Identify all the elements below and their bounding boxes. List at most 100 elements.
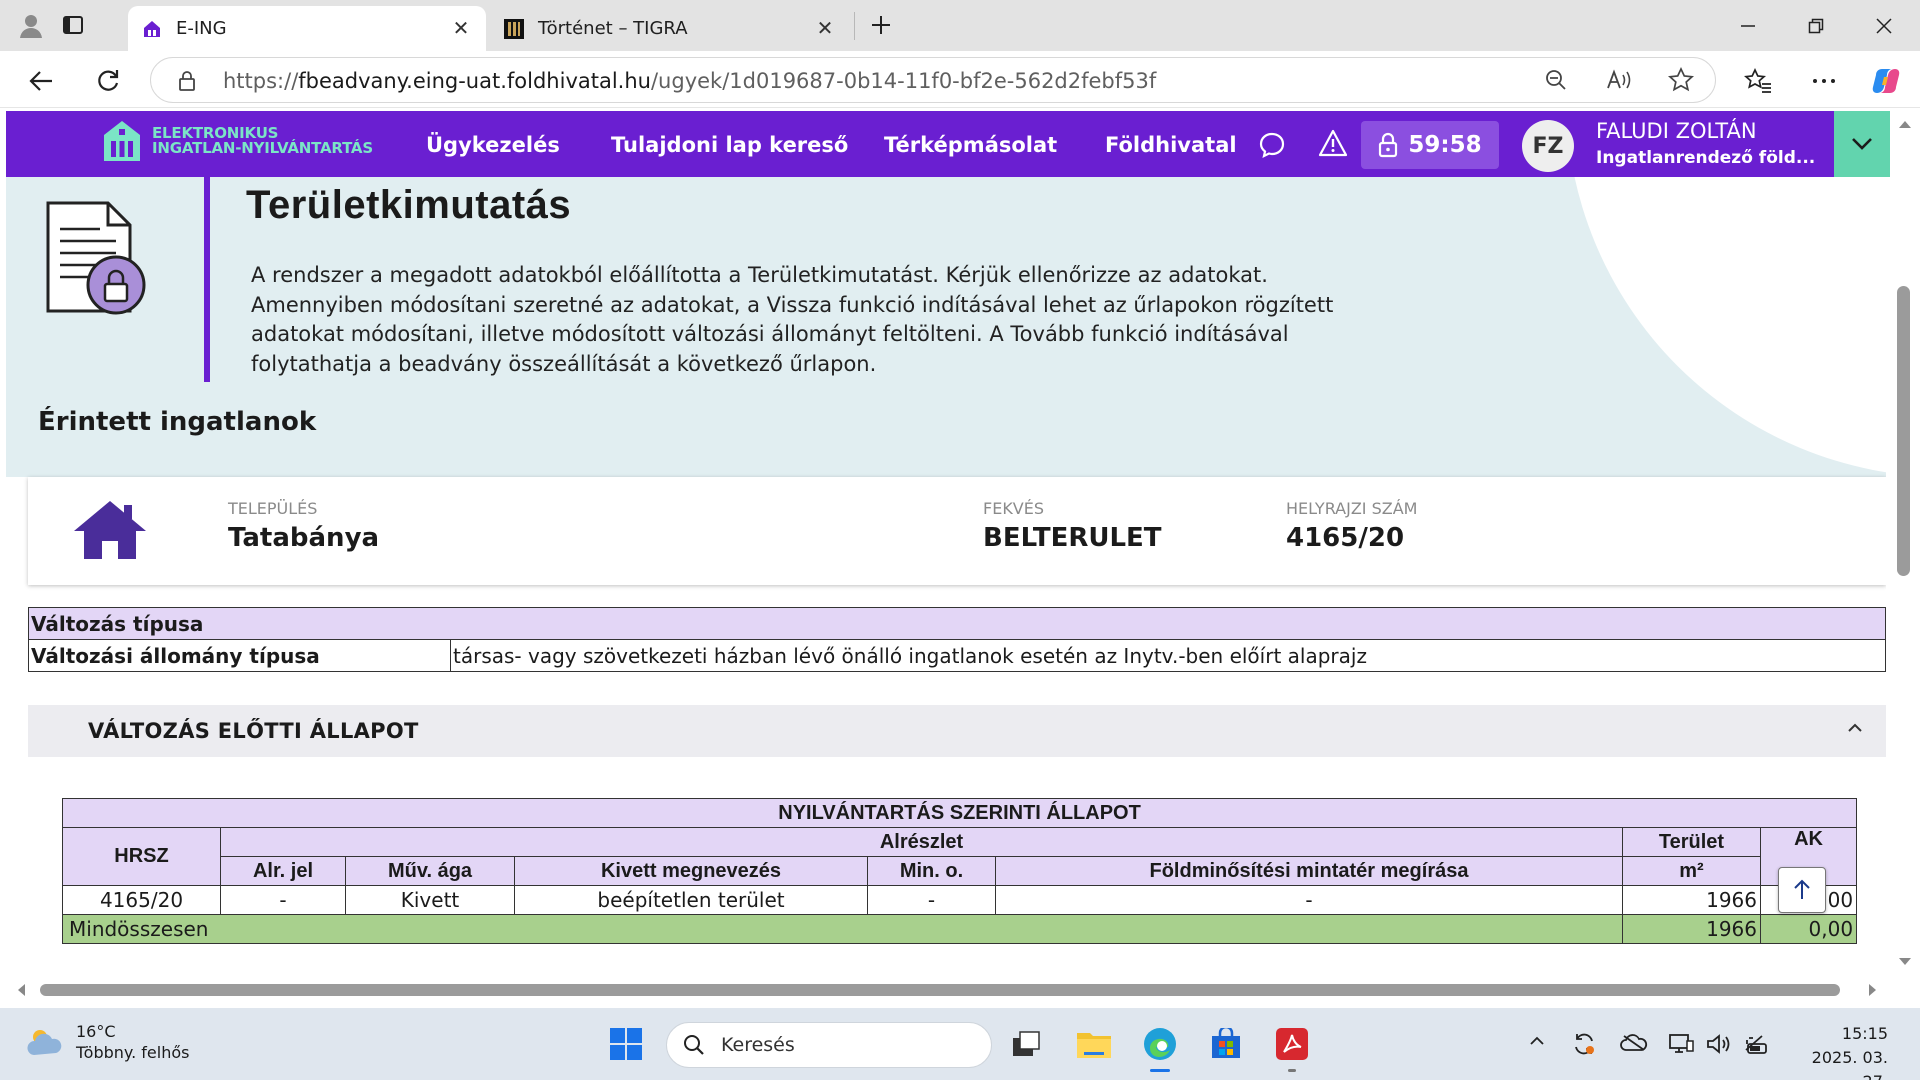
section-header-before-change[interactable]: VÁLTOZÁS ELŐTTI ÁLLAPOT <box>28 705 1886 757</box>
eing-logo[interactable]: ELEKTRONIKUS INGATLAN-NYILVÁNTARTÁS <box>102 119 373 163</box>
logo-line2: INGATLAN-NYILVÁNTARTÁS <box>152 139 373 157</box>
column-header-hrsz: HRSZ <box>62 827 221 886</box>
warning-icon[interactable] <box>1318 129 1348 157</box>
new-tab-icon[interactable] <box>864 8 898 42</box>
user-role[interactable]: Ingatlanrendező föld... <box>1596 148 1815 168</box>
store-icon[interactable] <box>1204 1022 1248 1066</box>
volume-icon[interactable] <box>1706 1032 1732 1056</box>
clock-date: 2025. 03. 27. <box>1811 1048 1888 1080</box>
copilot-icon[interactable] <box>1869 64 1903 98</box>
profile-icon[interactable] <box>14 8 48 42</box>
tab-actions-icon[interactable] <box>56 8 90 42</box>
parcel-label: HELYRAJZI SZÁM <box>1286 499 1418 518</box>
sync-icon[interactable] <box>1572 1032 1596 1056</box>
refresh-icon[interactable] <box>91 64 125 98</box>
tab-divider <box>854 12 855 40</box>
vertical-scroll-thumb[interactable] <box>1897 286 1910 576</box>
more-menu-icon[interactable] <box>1807 64 1841 98</box>
url-host: fbeadvany.eing-uat.foldhivatal.hu <box>298 69 651 93</box>
address-bar[interactable]: https://fbeadvany.eing-uat.foldhivatal.h… <box>150 57 1716 103</box>
lock-icon[interactable] <box>177 70 197 92</box>
location-value: BELTERULET <box>983 523 1162 553</box>
cell-foldmin: - <box>995 885 1623 915</box>
battery-icon[interactable] <box>1742 1032 1770 1056</box>
cell-alr-jel: - <box>220 885 346 915</box>
start-button[interactable] <box>604 1022 648 1066</box>
scroll-to-top-button[interactable] <box>1778 867 1826 913</box>
site-header: ELEKTRONIKUS INGATLAN-NYILVÁNTARTÁS Ügyk… <box>6 111 1841 177</box>
change-type-label: Változás típusa <box>28 607 1886 640</box>
page-description: A rendszer a megadott adatokból előállít… <box>251 263 1334 376</box>
settlement-value: Tatabánya <box>228 523 380 553</box>
cell-hrsz: 4165/20 <box>62 885 221 915</box>
taskbar-search[interactable]: Keresés <box>666 1022 992 1068</box>
property-card: TELEPÜLÉS Tatabánya FEKVÉS BELTERULET HE… <box>28 477 1886 585</box>
browser-toolbar: https://fbeadvany.eing-uat.foldhivatal.h… <box>0 51 1920 108</box>
location-label: FEKVÉS <box>983 499 1045 518</box>
total-row: Mindösszesen 1966 0,00 <box>62 914 1858 944</box>
windows-taskbar: 16°C Többny. felhős Keresés 15:15 2025. … <box>0 1008 1920 1080</box>
network-icon[interactable] <box>1668 1032 1694 1056</box>
system-clock[interactable]: 15:15 2025. 03. 27. <box>1788 1022 1888 1080</box>
column-header-min-o: Min. o. <box>867 856 996 886</box>
affected-properties-heading: Érintett ingatlanok <box>38 407 317 437</box>
task-view-icon[interactable] <box>1004 1022 1048 1066</box>
weather-widget[interactable]: 16°C Többny. felhős <box>26 1022 189 1062</box>
url-path: /ugyek/1d019687-0b14-11f0-bf2e-562d2febf… <box>650 69 1157 93</box>
tab-e-ing[interactable]: E-ING ✕ <box>128 6 486 51</box>
close-window-icon[interactable] <box>1868 10 1900 42</box>
edge-browser-icon[interactable] <box>1138 1022 1182 1072</box>
user-name[interactable]: FALUDI ZOLTÁN <box>1596 119 1757 143</box>
avatar[interactable]: FZ <box>1522 120 1574 172</box>
chat-icon[interactable] <box>1258 131 1286 159</box>
url-scheme: https:// <box>223 69 299 93</box>
table-row: 4165/20 - Kivett beépítetlen terület - -… <box>62 885 1858 915</box>
clock-time: 15:15 <box>1841 1024 1888 1043</box>
scroll-up-arrow-icon[interactable] <box>1898 119 1912 129</box>
scroll-down-arrow-icon[interactable] <box>1898 957 1912 967</box>
cell-kivett: beépítetlen terület <box>514 885 868 915</box>
horizontal-scrollbar[interactable] <box>6 976 1886 1002</box>
onedrive-icon[interactable] <box>1620 1032 1648 1054</box>
close-tab-icon[interactable]: ✕ <box>814 16 836 40</box>
menu-tulajdoni-lap-kereso[interactable]: Tulajdoni lap kereső <box>611 133 848 157</box>
back-icon[interactable] <box>24 64 58 98</box>
timer-value: 59:58 <box>1408 132 1482 158</box>
chevron-up-tray-icon[interactable] <box>1528 1032 1546 1050</box>
file-explorer-icon[interactable] <box>1072 1022 1116 1066</box>
column-header-m2: m² <box>1622 856 1761 886</box>
page-title: Területkimutatás <box>246 183 572 227</box>
close-tab-icon[interactable]: ✕ <box>450 16 472 40</box>
read-aloud-icon[interactable] <box>1606 68 1632 92</box>
favorite-star-icon[interactable] <box>1668 67 1694 93</box>
minimize-icon[interactable] <box>1732 10 1764 42</box>
menu-terkepmasolat[interactable]: Térképmásolat <box>884 133 1057 157</box>
search-icon <box>683 1034 705 1056</box>
scroll-left-arrow-icon[interactable] <box>16 983 26 997</box>
menu-foldhivatalok[interactable]: Földhivatalo <box>1105 133 1237 157</box>
table-caption: NYILVÁNTARTÁS SZERINTI ÁLLAPOT <box>61 798 1858 828</box>
horizontal-scroll-thumb[interactable] <box>40 984 1840 996</box>
cloudy-weather-icon <box>26 1027 64 1057</box>
favorites-icon[interactable] <box>1741 64 1775 98</box>
change-type-row: Változás típusa <box>28 607 1886 640</box>
scroll-right-arrow-icon[interactable] <box>1868 983 1878 997</box>
browser-tab-bar: E-ING ✕ Történet – TIGRA ✕ <box>0 0 1920 51</box>
acrobat-icon[interactable] <box>1270 1022 1314 1072</box>
menu-ugykezeles[interactable]: Ügykezelés <box>426 133 560 157</box>
arrow-up-icon <box>1793 879 1811 901</box>
column-header-kivett: Kivett megnevezés <box>514 856 868 886</box>
vertical-scrollbar[interactable] <box>1892 111 1920 994</box>
session-timer[interactable]: 59:58 <box>1361 121 1499 169</box>
url-text[interactable]: https://fbeadvany.eing-uat.foldhivatal.h… <box>223 69 1156 93</box>
restore-icon[interactable] <box>1800 10 1832 42</box>
tab-tigra[interactable]: Történet – TIGRA ✕ <box>492 6 850 51</box>
user-menu-toggle[interactable] <box>1834 111 1890 177</box>
hero-decoration <box>1566 177 1886 477</box>
padlock-icon <box>1378 132 1398 158</box>
search-placeholder: Keresés <box>721 1034 795 1056</box>
chevron-up-icon[interactable] <box>1846 719 1864 737</box>
change-info-table: Változás típusa Változási állomány típus… <box>28 607 1886 672</box>
column-header-terulet: Terület <box>1622 827 1761 857</box>
zoom-icon[interactable] <box>1544 68 1568 92</box>
